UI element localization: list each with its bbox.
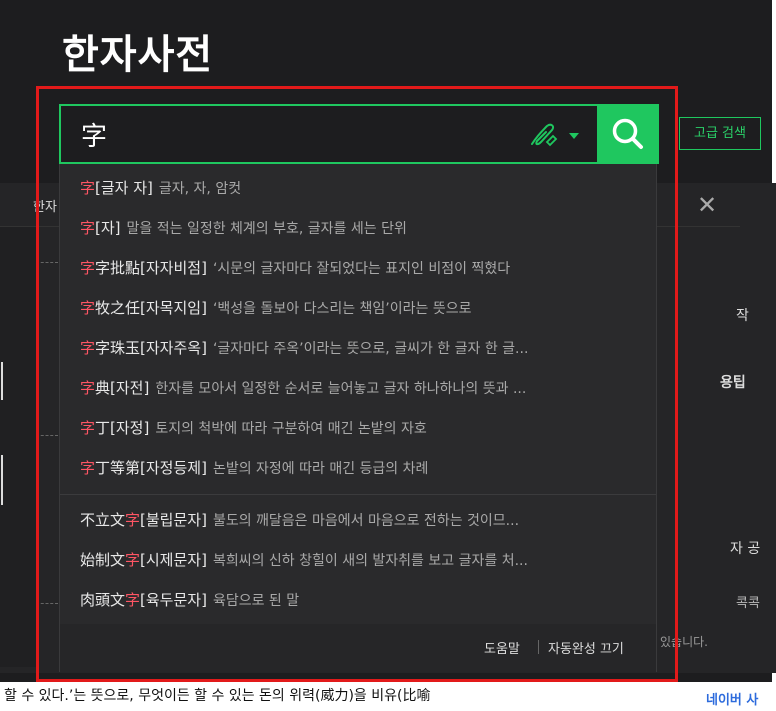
background-side-text: 자 공	[730, 541, 761, 557]
autocomplete-footer: 도움말 자동완성 끄기	[60, 624, 656, 672]
help-link[interactable]: 도움말	[484, 638, 520, 657]
suggestion-item[interactable]: 字[글자 자] 글자, 자, 암컷	[80, 176, 640, 200]
suggestion-item[interactable]: 字[자] 말을 적는 일정한 체계의 부호, 글자를 세는 단위	[80, 216, 640, 240]
autocomplete-off-link[interactable]: 자동완성 끄기	[548, 638, 624, 657]
bottom-right-link[interactable]: 네이버 사	[706, 689, 758, 708]
suggestion-item[interactable]: 字字珠玉[자자주옥] ‘글자마다 주옥’이라는 뜻으로, 글씨가 한 글자 한 글…	[80, 336, 640, 360]
suggestion-item[interactable]: 字典[자전] 한자를 모아서 일정한 순서로 늘어놓고 글자 하나하나의 뜻과 .…	[80, 376, 640, 400]
suggestion-divider	[60, 494, 656, 495]
suggestion-item[interactable]: 字丁[자정] 토지의 척박에 따라 구분하여 매긴 논밭의 자호	[80, 416, 640, 440]
scroll-marker	[1, 362, 3, 400]
autocomplete-dropdown: 字[글자 자] 글자, 자, 암컷 字[자] 말을 적는 일정한 체계의 부호, 글…	[59, 164, 657, 672]
suggestion-item[interactable]: 字牧之任[자목지임] ‘백성을 돌보아 다스리는 책임’이라는 뜻으로	[80, 296, 640, 320]
bottom-body-text: 할 수 있다.’는 뜻으로, 무엇이든 할 수 있는 돈의 위력(威力)을 비유…	[4, 688, 431, 704]
suggestion-item[interactable]: 字字批點[자자비점] ‘시문의 글자마다 잘되었다는 표지인 비점이 찍혔다	[80, 256, 640, 280]
suggestion-item[interactable]: 肉頭文字[육두문자] 육담으로 된 말	[80, 588, 640, 612]
dashed-line	[36, 262, 58, 263]
page-title: 한자사전	[62, 32, 214, 78]
search-input[interactable]: 字	[59, 104, 597, 164]
search-query: 字	[81, 122, 108, 152]
suggestion-item[interactable]: 不立文字[불립문자] 불도의 깨달음은 마음에서 마음으로 전하는 것이므...	[80, 508, 640, 532]
chevron-down-icon[interactable]	[569, 133, 579, 139]
dashed-line	[36, 603, 58, 604]
search-icon	[612, 118, 643, 149]
suggestion-item[interactable]: 始制文字[시제문자] 복희씨의 신하 창힐이 새의 발자취를 보고 글자를 처..…	[80, 548, 640, 572]
suggestion-item[interactable]: 字丁等第[자정등제] 논밭의 자정에 따라 매긴 등급의 차례	[80, 456, 640, 480]
background-tab[interactable]: 한자	[33, 196, 57, 215]
search-button[interactable]	[597, 104, 659, 164]
handwriting-input-icon[interactable]	[529, 122, 559, 150]
background-side-text: 작	[736, 308, 749, 324]
background-note: 있습니다.	[660, 635, 708, 649]
dashed-line	[36, 435, 58, 436]
advanced-search-button[interactable]: 고급 검색	[679, 117, 761, 150]
footer-divider	[538, 640, 539, 654]
scroll-marker	[1, 455, 3, 505]
background-side-text: 용팁	[720, 375, 746, 391]
background-side-text: 콕콕	[736, 596, 760, 611]
close-icon[interactable]: ✕	[697, 193, 717, 217]
background-left-column	[0, 227, 36, 667]
